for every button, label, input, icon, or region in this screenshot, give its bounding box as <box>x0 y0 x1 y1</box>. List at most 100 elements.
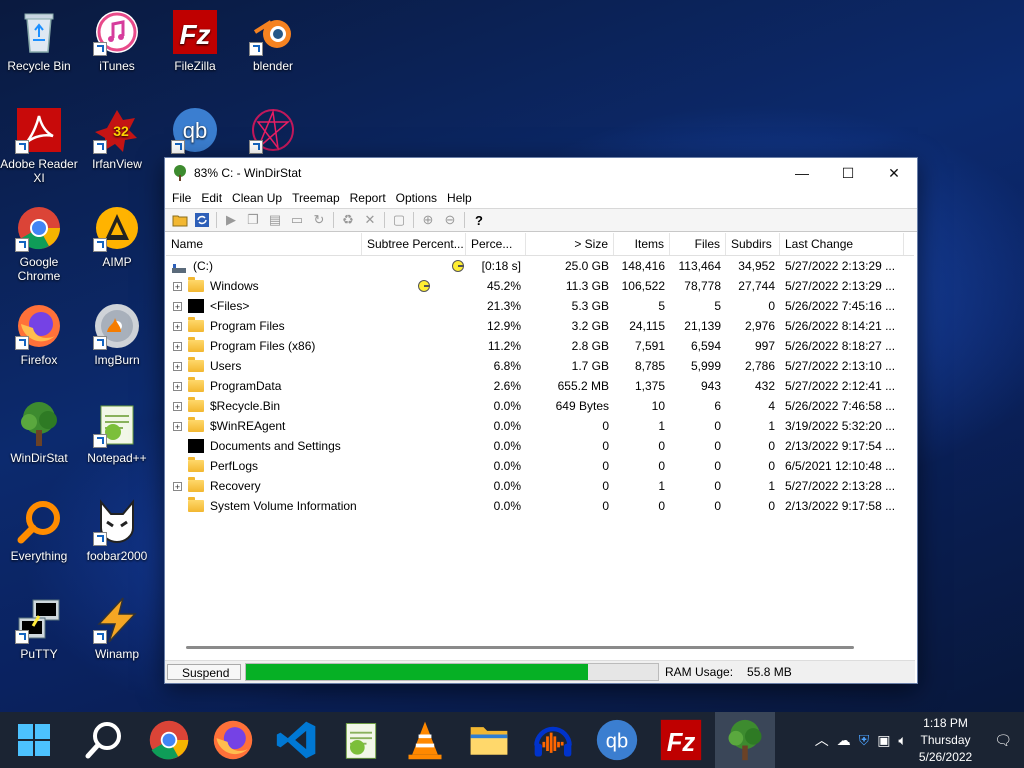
table-row[interactable]: + Users 6.8% 1.7 GB 8,785 5,999 2,786 5/… <box>166 356 914 376</box>
clock[interactable]: 1:18 PM Thursday 5/26/2022 <box>919 715 972 766</box>
explorer-icon[interactable]: ▤ <box>264 210 286 230</box>
row-percent: 11.2% <box>487 339 521 353</box>
expand-icon[interactable]: + <box>173 321 182 331</box>
taskbar-vscode[interactable] <box>271 712 323 768</box>
desktop-icon-qbittorrent[interactable]: qb <box>156 106 234 157</box>
taskbar-qbittorrent[interactable]: qb <box>591 712 643 768</box>
expand-icon[interactable]: + <box>173 341 182 351</box>
menu-report[interactable]: Report <box>345 191 391 205</box>
desktop-icon-imgburn[interactable]: ImgBurn <box>78 302 156 367</box>
zoom-in-icon[interactable]: ⊕ <box>417 210 439 230</box>
desktop-icon-windirstat[interactable]: WinDirStat <box>0 400 78 465</box>
desktop-icon-google-chrome[interactable]: Google Chrome <box>0 204 78 283</box>
desktop-icon-itunes[interactable]: iTunes <box>78 8 156 73</box>
taskbar-notepadpp[interactable] <box>335 712 387 768</box>
column-header-name[interactable]: Name <box>166 233 362 255</box>
notification-icon[interactable]: 🗨︎ <box>994 732 1012 749</box>
table-row[interactable]: + Program Files 12.9% 3.2 GB 24,115 21,1… <box>166 316 914 336</box>
close-button[interactable]: ✕ <box>871 158 917 188</box>
taskbar-chrome[interactable] <box>143 712 195 768</box>
desktop-icon-notepadpp[interactable]: Notepad++ <box>78 400 156 465</box>
menu-edit[interactable]: Edit <box>196 191 227 205</box>
menu-clean-up[interactable]: Clean Up <box>227 191 287 205</box>
desktop-icon-foobar2000[interactable]: foobar2000 <box>78 498 156 563</box>
column-header-files[interactable]: Files <box>670 233 726 255</box>
table-row[interactable]: + $Recycle.Bin 0.0% 649 Bytes 10 6 4 5/2… <box>166 396 914 416</box>
row-last-change: 2/13/2022 9:17:54 ... <box>785 439 896 453</box>
horizontal-scrollbar[interactable] <box>166 641 914 655</box>
column-header-subtree-percent[interactable]: Subtree Percent... <box>362 233 466 255</box>
network-icon[interactable]: ▣ <box>877 732 890 749</box>
expand-icon[interactable]: + <box>173 281 182 291</box>
expand-icon[interactable]: + <box>173 481 182 491</box>
menu-treemap[interactable]: Treemap <box>287 191 345 205</box>
taskbar-filezilla[interactable]: Fz <box>655 712 707 768</box>
table-row[interactable]: Documents and Settings 0.0% 0 0 0 0 2/13… <box>166 436 914 456</box>
desktop-icon-filezilla[interactable]: Fz FileZilla <box>156 8 234 73</box>
window-title: 83% C: - WinDirStat <box>194 166 302 180</box>
desktop-icon-blender[interactable]: blender <box>234 8 312 73</box>
help-icon[interactable]: ? <box>468 210 490 230</box>
desktop-icon-irfanview[interactable]: 32 IrfanView <box>78 106 156 171</box>
table-row[interactable]: + Windows 45.2% 11.3 GB 106,522 78,778 2… <box>166 276 914 296</box>
start-button[interactable] <box>8 712 60 768</box>
desktop-icon-recycle-bin[interactable]: Recycle Bin <box>0 8 78 73</box>
expand-icon[interactable]: + <box>173 301 182 311</box>
table-row[interactable]: + <Files> 21.3% 5.3 GB 5 5 0 5/26/2022 7… <box>166 296 914 316</box>
network-cloud-icon[interactable]: ☁ <box>837 732 851 749</box>
column-header-items[interactable]: Items <box>614 233 670 255</box>
column-header-subdirs[interactable]: Subdirs <box>726 233 780 255</box>
desktop-icon-putty[interactable]: PuTTY <box>0 596 78 661</box>
taskbar-file-explorer[interactable] <box>463 712 515 768</box>
zoom-out-icon[interactable]: ⊖ <box>439 210 461 230</box>
table-row[interactable]: + ProgramData 2.6% 655.2 MB 1,375 943 43… <box>166 376 914 396</box>
taskbar-search[interactable] <box>78 712 130 768</box>
desktop-icon-winamp[interactable]: Winamp <box>78 596 156 661</box>
title-bar[interactable]: 83% C: - WinDirStat — ☐ ✕ <box>165 158 917 188</box>
table-row[interactable]: + Recovery 0.0% 0 1 0 1 5/27/2022 2:13:2… <box>166 476 914 496</box>
security-shield-icon[interactable]: ⛨ <box>859 732 870 749</box>
menu-help[interactable]: Help <box>442 191 477 205</box>
desktop-icon-everything[interactable]: Everything <box>0 498 78 563</box>
table-row[interactable]: PerfLogs 0.0% 0 0 0 0 6/5/2021 12:10:48 … <box>166 456 914 476</box>
refresh-all-icon[interactable] <box>191 210 213 230</box>
column-header-percent[interactable]: Perce... <box>466 233 526 255</box>
refresh-selected-icon[interactable]: ↻ <box>308 210 330 230</box>
expand-icon[interactable]: + <box>173 401 182 411</box>
show-hidden-icons-chevron-up-icon[interactable]: ︿ <box>815 730 829 750</box>
volume-icon[interactable]: 🔈︎ <box>898 732 906 749</box>
menu-options[interactable]: Options <box>391 191 442 205</box>
taskbar-audacity[interactable] <box>527 712 579 768</box>
expand-icon[interactable]: + <box>173 381 182 391</box>
taskbar-windirstat[interactable] <box>715 712 775 768</box>
desktop-icon-aimp[interactable]: AIMP <box>78 204 156 269</box>
desktop-icon-firefox[interactable]: Firefox <box>0 302 78 367</box>
column-header-size[interactable]: > Size <box>526 233 614 255</box>
taskbar-vlc[interactable] <box>399 712 451 768</box>
recycle-icon[interactable]: ♻ <box>337 210 359 230</box>
column-header-last-change[interactable]: Last Change <box>780 233 904 255</box>
desktop-icon-adobe-reader[interactable]: Adobe Reader XI <box>0 106 78 185</box>
expand-icon[interactable]: + <box>173 421 182 431</box>
expand-icon[interactable]: + <box>173 361 182 371</box>
table-row[interactable]: + Program Files (x86) 11.2% 2.8 GB 7,591… <box>166 336 914 356</box>
desktop-icon-star-app[interactable] <box>234 106 312 157</box>
command-prompt-icon[interactable]: ▭ <box>286 210 308 230</box>
suspend-button[interactable]: Suspend <box>167 664 241 680</box>
play-icon[interactable]: ▶ <box>220 210 242 230</box>
delete-icon[interactable]: ✕ <box>359 210 381 230</box>
properties-icon[interactable]: ▢ <box>388 210 410 230</box>
table-row[interactable]: + $WinREAgent 0.0% 0 1 0 1 3/19/2022 5:3… <box>166 416 914 436</box>
open-folder-icon[interactable] <box>169 210 191 230</box>
maximize-button[interactable]: ☐ <box>825 158 871 188</box>
table-row[interactable]: System Volume Information 0.0% 0 0 0 0 2… <box>166 496 914 516</box>
menu-file[interactable]: File <box>167 191 196 205</box>
scrollbar-thumb[interactable] <box>186 646 854 649</box>
toolbar-separator <box>413 212 414 228</box>
taskbar-firefox[interactable] <box>207 712 259 768</box>
minimize-button[interactable]: — <box>779 158 825 188</box>
table-row[interactable]: (C:) [0:18 s] 25.0 GB 148,416 113,464 34… <box>166 256 914 276</box>
folder-icon <box>188 337 204 352</box>
directory-list[interactable]: Name Subtree Percent... Perce... > Size … <box>166 233 914 641</box>
copy-icon[interactable]: ❐ <box>242 210 264 230</box>
